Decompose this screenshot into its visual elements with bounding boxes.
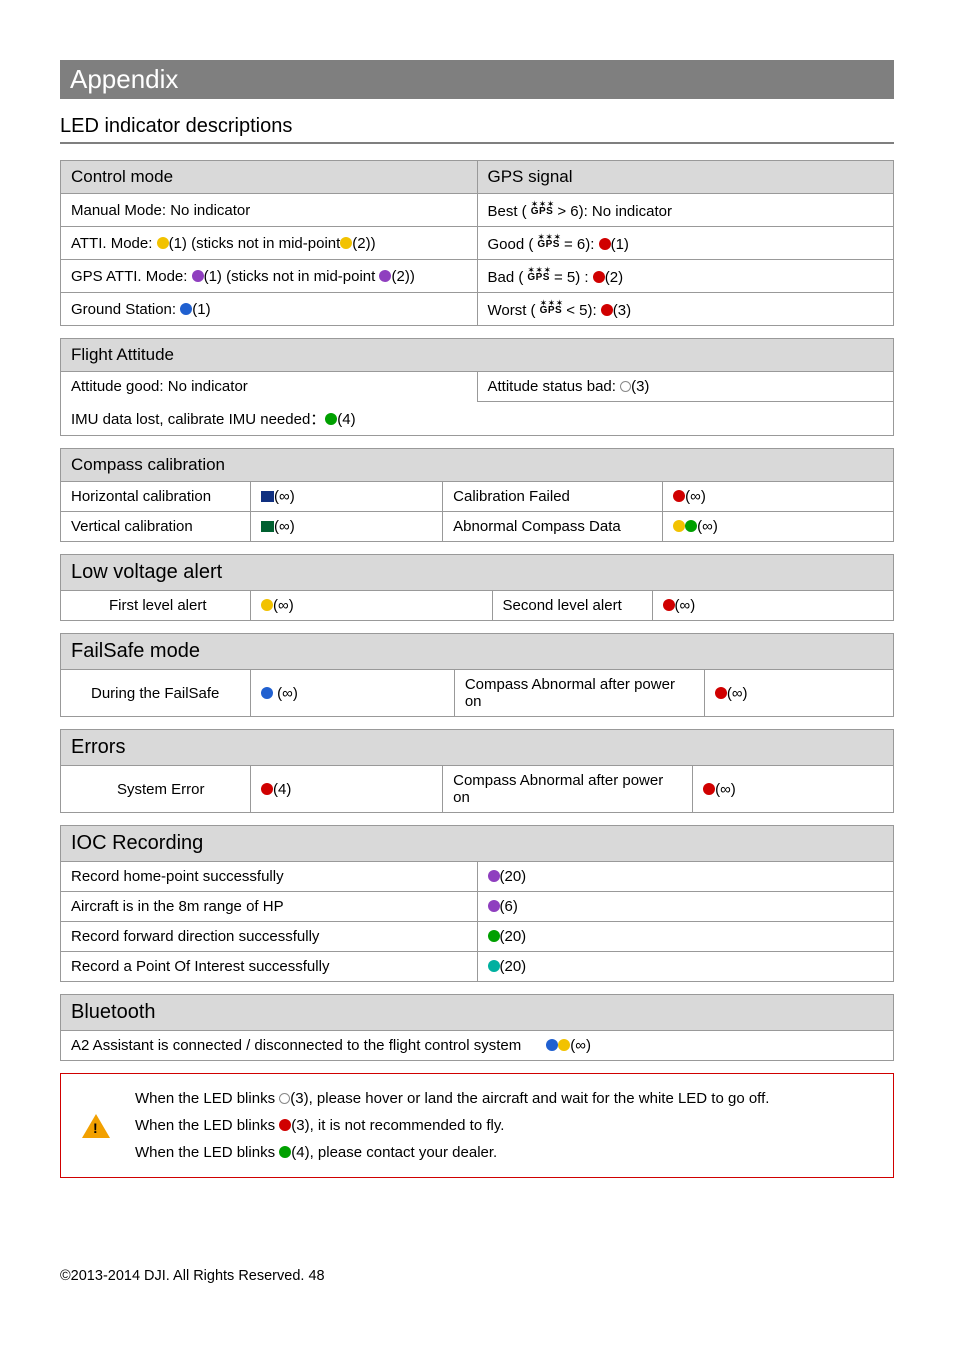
purple-led-icon [192,270,204,282]
red-led-icon [279,1119,291,1131]
warning-line-3: When the LED blinks (4), please contact … [135,1144,889,1161]
white-led-icon [620,381,631,392]
blue-square-icon [261,491,274,502]
manual-mode-row: Manual Mode: No indicator [61,194,478,227]
purple-led-icon [488,870,500,882]
control-gps-table: Control mode GPS signal Manual Mode: No … [60,160,894,326]
red-led-icon [599,238,611,250]
system-error-label: System Error [61,766,251,813]
ioc-row1-label: Record home-point successfully [61,862,478,892]
flight-attitude-table: Flight Attitude Attitude good: No indica… [60,338,894,436]
imu-lost-row: IMU data lost, calibrate IMU needed：(4) [61,402,894,436]
green-square-icon [261,521,274,532]
gps-good-row: Good (✶ ✶ ✶GPS= 6): (1) [477,227,894,260]
errors-compass-abn-label: Compass Abnormal after power on [443,766,693,813]
warning-icon [82,1114,110,1138]
green-led-icon [488,930,500,942]
second-level-alert-mark: (∞) [652,591,894,621]
ioc-row3-label: Record forward direction successfully [61,922,478,952]
failsafe-table: FailSafe mode During the FailSafe (∞) Co… [60,633,894,717]
red-led-icon [601,304,613,316]
ioc-header: IOC Recording [61,826,894,862]
gps-signal-header: GPS signal [477,161,894,194]
page-footer: ©2013-2014 DJI. All Rights Reserved. 48 [60,1268,325,1284]
red-led-icon [261,783,273,795]
ioc-row4-mark: (20) [477,952,894,982]
white-led-icon [279,1093,290,1104]
red-led-icon [663,599,675,611]
red-led-icon [593,271,605,283]
horizontal-calibration-label: Horizontal calibration [61,482,251,512]
compass-abnormal-pwron-label: Compass Abnormal after power on [454,670,704,717]
teal-led-icon [488,960,500,972]
abnormal-compass-label: Abnormal Compass Data [443,512,663,542]
compass-table: Compass calibration Horizontal calibrati… [60,448,894,542]
gps-bad-row: Bad (✶ ✶ ✶GPS= 5) : (2) [477,260,894,293]
red-led-icon [715,687,727,699]
blue-led-icon [261,687,273,699]
green-led-icon [685,520,697,532]
purple-led-icon [488,900,500,912]
first-level-alert-mark: (∞) [251,591,493,621]
errors-compass-abn-mark: (∞) [693,766,894,813]
section-subtitle: LED indicator descriptions [60,113,894,144]
compass-header: Compass calibration [61,449,894,482]
warning-line-1: When the LED blinks (3), please hover or… [135,1090,889,1107]
green-led-icon [279,1146,291,1158]
ioc-table: IOC Recording Record home-point successf… [60,825,894,982]
during-failsafe-mark: (∞) [251,670,455,717]
blue-led-icon [546,1039,558,1051]
errors-header: Errors [61,730,894,766]
failsafe-header: FailSafe mode [61,634,894,670]
calibration-failed-mark: (∞) [663,482,894,512]
warning-line-2: When the LED blinks (3), it is not recom… [135,1117,889,1134]
atti-mode-row: ATTI. Mode: (1) (sticks not in mid-point… [61,227,478,260]
system-error-mark: (4) [251,766,443,813]
calibration-failed-label: Calibration Failed [443,482,663,512]
ioc-row1-mark: (20) [477,862,894,892]
low-voltage-table: Low voltage alert First level alert (∞) … [60,554,894,621]
vertical-calibration-label: Vertical calibration [61,512,251,542]
gps-worst-row: Worst (✶ ✶ ✶GPS< 5): (3) [477,293,894,326]
low-voltage-header: Low voltage alert [61,555,894,591]
gps-best-row: Best (✶ ✶ ✶GPS> 6): No indicator [477,194,894,227]
second-level-alert-label: Second level alert [492,591,652,621]
red-led-icon [673,490,685,502]
flight-attitude-header: Flight Attitude [61,339,894,372]
ioc-row3-mark: (20) [477,922,894,952]
yellow-led-icon [157,237,169,249]
yellow-led-icon [558,1039,570,1051]
bluetooth-table: Bluetooth A2 Assistant is connected / di… [60,994,894,1061]
gps-atti-mode-row: GPS ATTI. Mode: (1) (sticks not in mid-p… [61,260,478,293]
bluetooth-header: Bluetooth [61,995,894,1031]
yellow-led-icon [673,520,685,532]
compass-abnormal-pwron-mark: (∞) [704,670,893,717]
during-failsafe-label: During the FailSafe [61,670,251,717]
green-led-icon [325,413,337,425]
attitude-good-row: Attitude good: No indicator [61,372,478,402]
ioc-row2-mark: (6) [477,892,894,922]
horizontal-calibration-mark: (∞) [251,482,443,512]
abnormal-compass-mark: (∞) [663,512,894,542]
errors-table: Errors System Error (4) Compass Abnormal… [60,729,894,813]
ioc-row2-label: Aircraft is in the 8m range of HP [61,892,478,922]
yellow-led-icon [261,599,273,611]
page-title: Appendix [60,60,894,99]
ioc-row4-label: Record a Point Of Interest successfully [61,952,478,982]
bluetooth-row: A2 Assistant is connected / disconnected… [61,1031,894,1061]
ground-station-row: Ground Station: (1) [61,293,478,326]
control-mode-header: Control mode [61,161,478,194]
yellow-led-icon [340,237,352,249]
purple-led-icon [379,270,391,282]
vertical-calibration-mark: (∞) [251,512,443,542]
attitude-bad-row: Attitude status bad: (3) [477,372,894,402]
warning-box: When the LED blinks (3), please hover or… [60,1073,894,1178]
first-level-alert-label: First level alert [61,591,251,621]
red-led-icon [703,783,715,795]
blue-led-icon [180,303,192,315]
